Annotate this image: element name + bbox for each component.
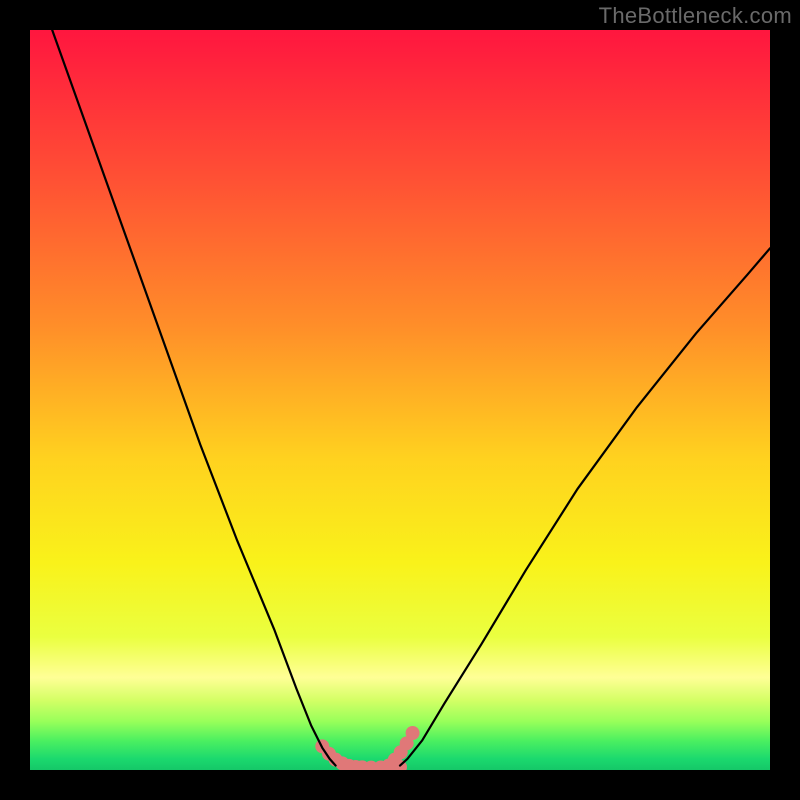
plot-area [30, 30, 770, 770]
bottleneck-chart [30, 30, 770, 770]
gradient-background [30, 30, 770, 770]
right-dash-dot [406, 726, 420, 740]
chart-frame: TheBottleneck.com [0, 0, 800, 800]
watermark-label: TheBottleneck.com [599, 3, 792, 29]
